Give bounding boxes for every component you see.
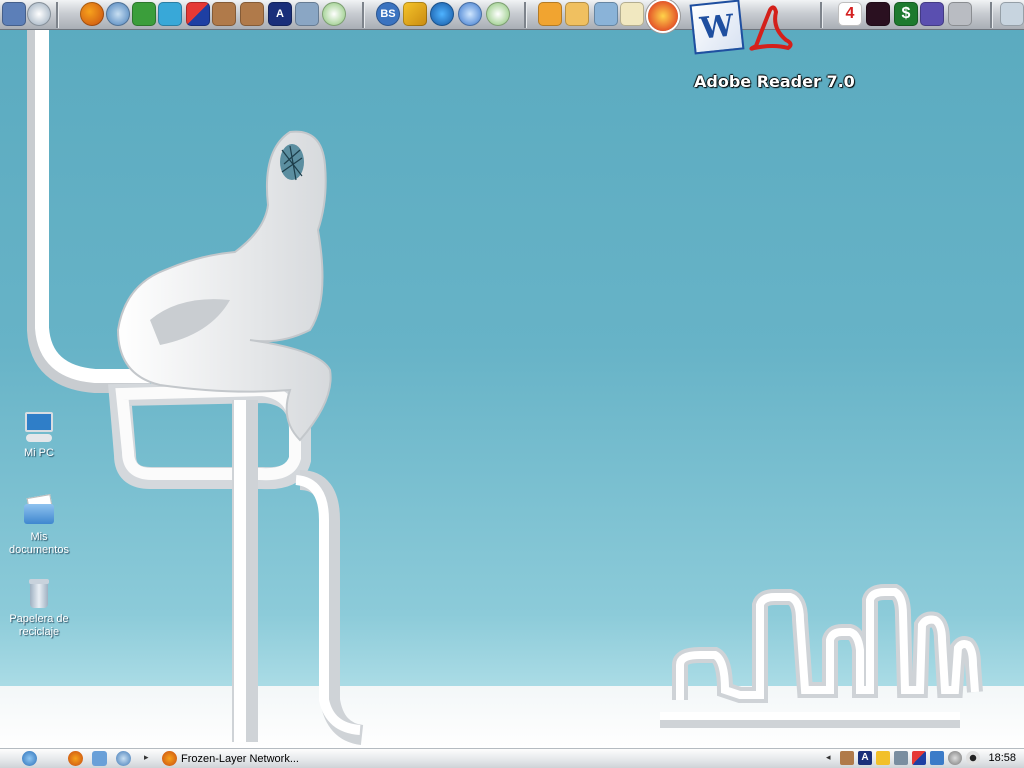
acrobat-icon[interactable] <box>742 0 798 56</box>
recycle-icon[interactable] <box>1000 2 1024 26</box>
desktop-icon-label: Mi PC <box>24 447 54 459</box>
recycle-bin-icon <box>22 576 56 610</box>
dock-separator <box>820 2 823 28</box>
photo-icon[interactable] <box>594 2 618 26</box>
my-documents-folder-icon <box>22 494 56 528</box>
windows-icon[interactable] <box>565 2 589 26</box>
pes4-icon[interactable]: 4 <box>838 2 862 26</box>
font-a-icon[interactable]: A <box>268 2 292 26</box>
show-desktop-icon[interactable] <box>92 751 107 766</box>
taskbar: ▸ Frozen-Layer Network... ◂ A 18:58 <box>0 748 1024 768</box>
task-button-label: Frozen-Layer Network... <box>181 752 299 765</box>
desktop-icon-my-documents[interactable]: Mis documentos <box>4 494 74 557</box>
wallpaper-thinker-illustration <box>27 30 983 745</box>
nero-burn-icon[interactable] <box>648 1 678 31</box>
firefox-icon[interactable] <box>80 2 104 26</box>
itunes-icon[interactable] <box>486 2 510 26</box>
chevron-right-icon[interactable]: ▸ <box>144 752 149 763</box>
task-button-firefox[interactable]: Frozen-Layer Network... <box>162 750 312 767</box>
firefox-icon <box>162 751 177 766</box>
dock-separator <box>362 2 365 28</box>
network-icon[interactable] <box>930 751 944 765</box>
winmx-icon[interactable] <box>912 751 926 765</box>
users-icon[interactable] <box>894 751 908 765</box>
font-a-icon[interactable]: A <box>858 751 872 765</box>
desktop: A BS 4 $ W Adobe Reader 7.0 Mi PC Mis do… <box>0 0 1024 768</box>
winamp-icon[interactable] <box>403 2 427 26</box>
tools-icon[interactable] <box>295 2 319 26</box>
firefox-icon[interactable] <box>68 751 83 766</box>
desktop-icon-my-computer[interactable]: Mi PC <box>4 410 74 460</box>
dock-separator <box>524 2 527 28</box>
winamp-icon[interactable] <box>876 751 890 765</box>
desktop-icon-label: Papelera de reciclaje <box>9 613 69 638</box>
msn-icon[interactable] <box>158 2 182 26</box>
money-icon[interactable]: $ <box>894 2 918 26</box>
quicktime-icon[interactable] <box>458 2 482 26</box>
volume-icon[interactable] <box>948 751 962 765</box>
my-computer-icon <box>22 410 56 444</box>
desktop-icon-label: Mis documentos <box>9 531 69 556</box>
horse-icon[interactable] <box>212 2 236 26</box>
clock-icon[interactable] <box>27 2 51 26</box>
dock-tooltip: Adobe Reader 7.0 <box>694 72 855 91</box>
snes-icon[interactable] <box>948 2 972 26</box>
thunderbird-icon[interactable] <box>116 751 131 766</box>
thunderbird-icon[interactable] <box>106 2 130 26</box>
bs-player-icon[interactable]: BS <box>376 2 400 26</box>
checklist-icon[interactable] <box>620 2 644 26</box>
media-player-icon[interactable] <box>430 2 454 26</box>
word-icon[interactable]: W <box>689 0 745 55</box>
chevron-left-icon[interactable]: ◂ <box>826 752 831 763</box>
winmx-icon[interactable] <box>186 2 210 26</box>
desktop-icon-recycle-bin[interactable]: Papelera de reciclaje <box>4 576 74 639</box>
top-dock-bar: A BS 4 $ <box>0 0 1024 31</box>
monitor-icon[interactable] <box>2 2 26 26</box>
nero-icon[interactable] <box>538 2 562 26</box>
apple-start-icon[interactable] <box>22 751 37 766</box>
taskbar-clock: 18:58 <box>988 752 1016 764</box>
dock-separator <box>56 2 59 28</box>
messenger-icon[interactable] <box>132 2 156 26</box>
music-note-icon[interactable] <box>322 2 346 26</box>
horse-icon[interactable] <box>840 751 854 765</box>
eye-icon[interactable] <box>966 751 980 765</box>
dock-separator <box>990 2 993 28</box>
skull-icon[interactable] <box>866 2 890 26</box>
horse-icon-2[interactable] <box>240 2 264 26</box>
gameboy-icon[interactable] <box>920 2 944 26</box>
